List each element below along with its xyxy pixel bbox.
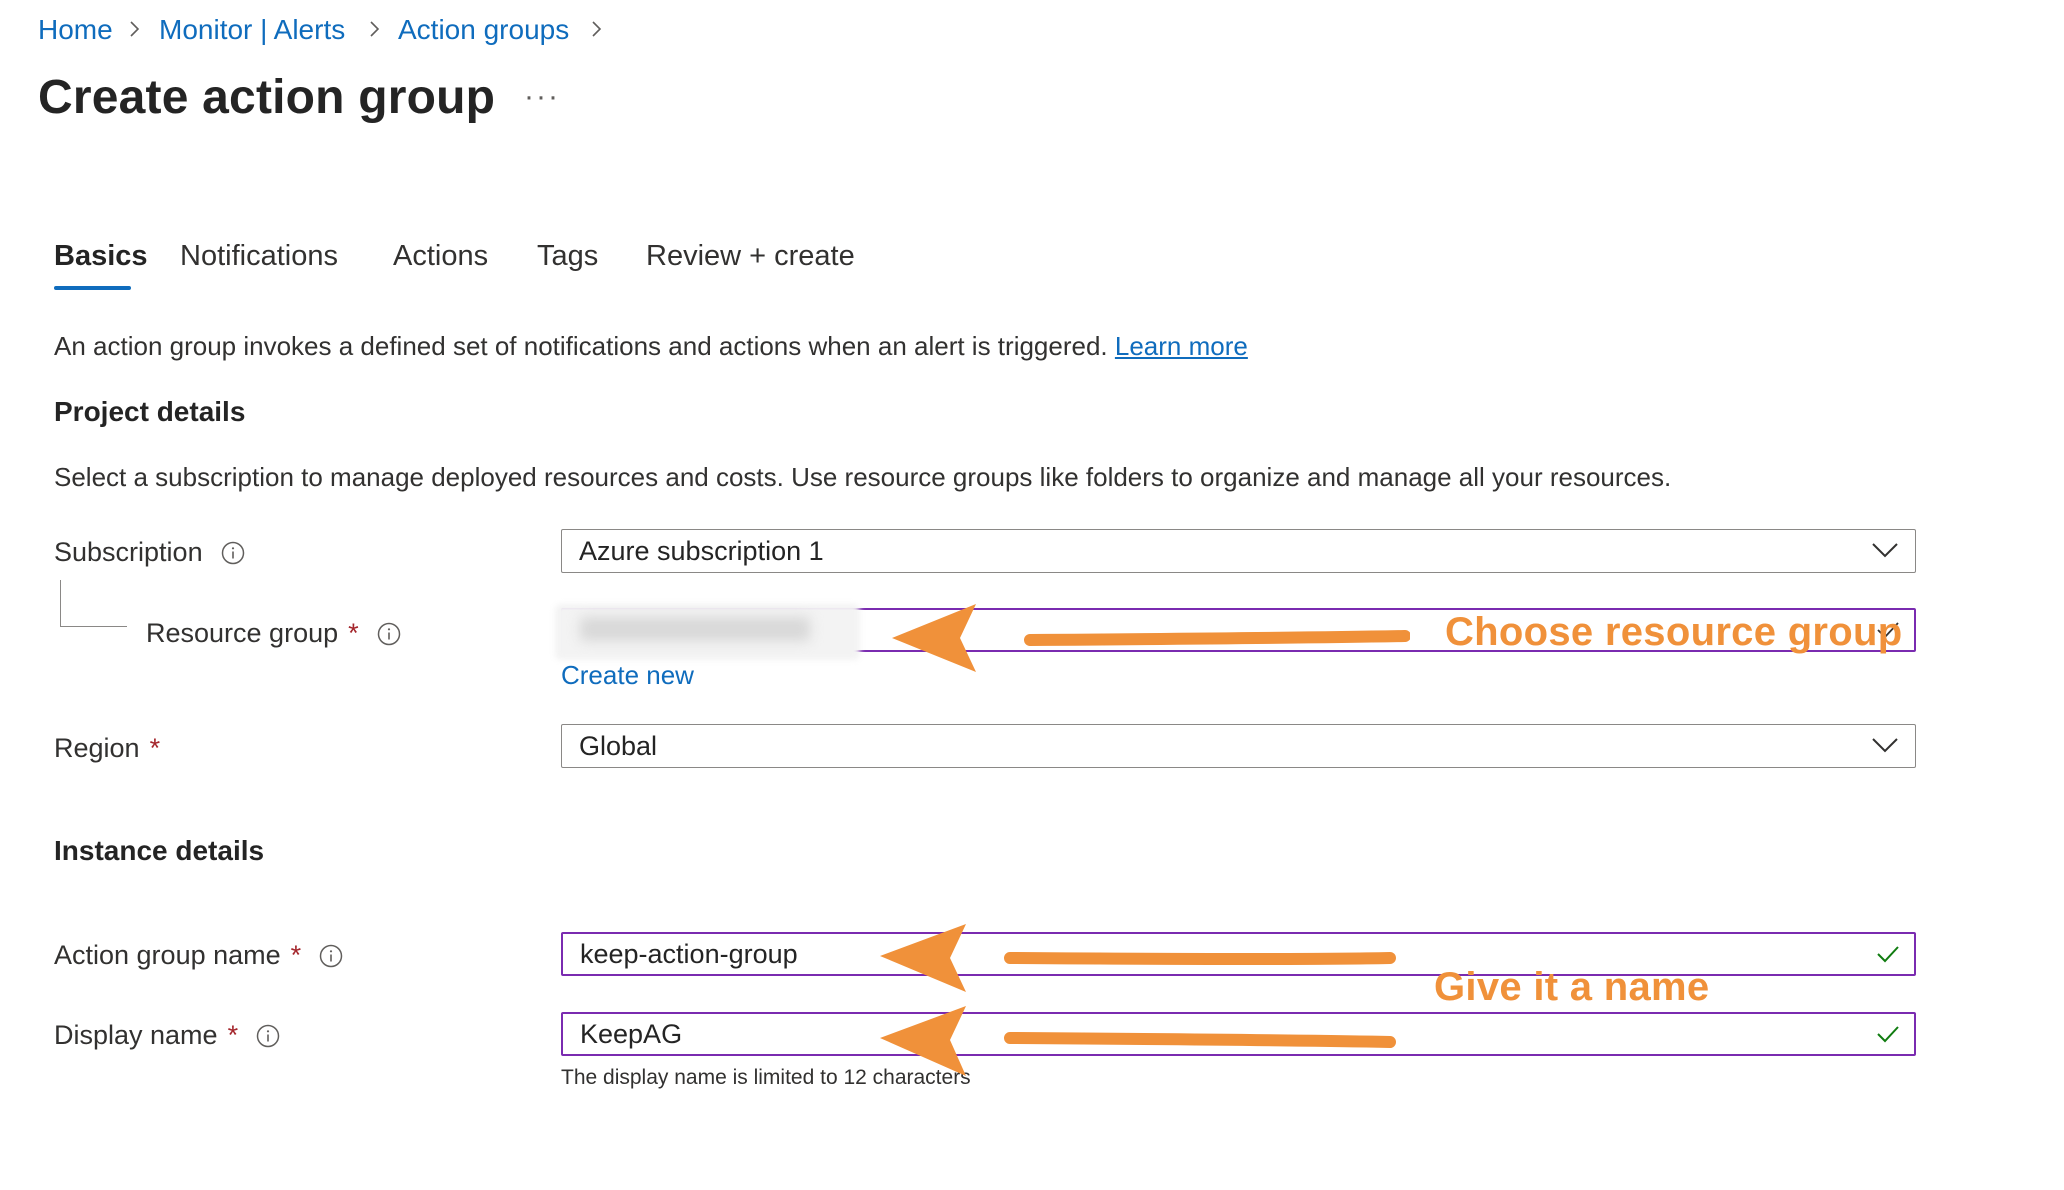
annotation-choose-resource-group: Choose resource group [1445, 610, 1903, 654]
redacted-resource-group-text [580, 617, 810, 641]
breadcrumb-action-groups[interactable]: Action groups [398, 14, 569, 46]
tab-basics[interactable]: Basics [54, 240, 148, 273]
required-marker: * [290, 940, 302, 970]
tab-notifications[interactable]: Notifications [180, 240, 338, 273]
subscription-label-text: Subscription [54, 537, 203, 567]
subscription-value: Azure subscription 1 [579, 535, 824, 566]
subscription-dropdown[interactable]: Azure subscription 1 [561, 529, 1916, 573]
create-new-link[interactable]: Create new [561, 660, 694, 691]
project-details-heading: Project details [54, 396, 246, 427]
chevron-right-icon [592, 21, 602, 37]
info-icon[interactable] [319, 944, 343, 968]
info-icon[interactable] [377, 622, 401, 646]
breadcrumb-monitor-alerts[interactable]: Monitor | Alerts [159, 14, 345, 46]
instance-details-heading: Instance details [54, 835, 265, 866]
chevron-down-icon [1872, 543, 1898, 558]
more-options-button[interactable]: ··· [524, 80, 560, 114]
checkmark-icon [1877, 946, 1899, 963]
tab-review-create[interactable]: Review + create [646, 240, 855, 273]
arrow-annotation-action-group-name [880, 924, 1396, 992]
project-details-description: Select a subscription to manage deployed… [54, 462, 1672, 492]
subscription-label: Subscription [54, 537, 245, 568]
info-icon[interactable] [256, 1024, 280, 1048]
chevron-right-icon [130, 21, 140, 37]
required-marker: * [227, 1020, 239, 1050]
intro-description: An action group invokes a defined set of… [54, 331, 1108, 361]
tree-connector [60, 580, 127, 627]
active-tab-indicator [54, 286, 131, 290]
info-icon[interactable] [221, 541, 245, 565]
action-group-name-label: Action group name * [54, 940, 343, 971]
region-value: Global [579, 730, 658, 761]
breadcrumb-home[interactable]: Home [38, 14, 113, 46]
arrow-annotation-resource-group [892, 604, 1410, 672]
required-marker: * [348, 618, 359, 648]
intro-text: An action group invokes a defined set of… [54, 331, 1248, 362]
chevron-down-icon [1872, 738, 1898, 753]
resource-group-label: Resource group * [146, 618, 401, 649]
tab-tags[interactable]: Tags [537, 240, 598, 273]
display-name-label-text: Display name [54, 1020, 218, 1050]
region-dropdown[interactable]: Global [561, 724, 1916, 768]
display-name-label: Display name * [54, 1020, 280, 1051]
display-name-value: KeepAG [580, 1018, 683, 1049]
arrow-annotation-display-name [880, 1006, 1396, 1076]
action-group-name-label-text: Action group name [54, 940, 281, 970]
tab-actions[interactable]: Actions [393, 240, 488, 273]
region-label: Region * [54, 733, 160, 764]
learn-more-link[interactable]: Learn more [1115, 331, 1248, 361]
required-marker: * [149, 733, 161, 763]
chevron-right-icon [370, 21, 380, 37]
page-title: Create action group [38, 71, 496, 124]
annotation-give-name: Give it a name [1434, 965, 1710, 1009]
action-group-name-value: keep-action-group [580, 938, 798, 969]
region-label-text: Region [54, 733, 140, 763]
checkmark-icon [1877, 1026, 1899, 1043]
resource-group-label-text: Resource group [146, 618, 339, 648]
